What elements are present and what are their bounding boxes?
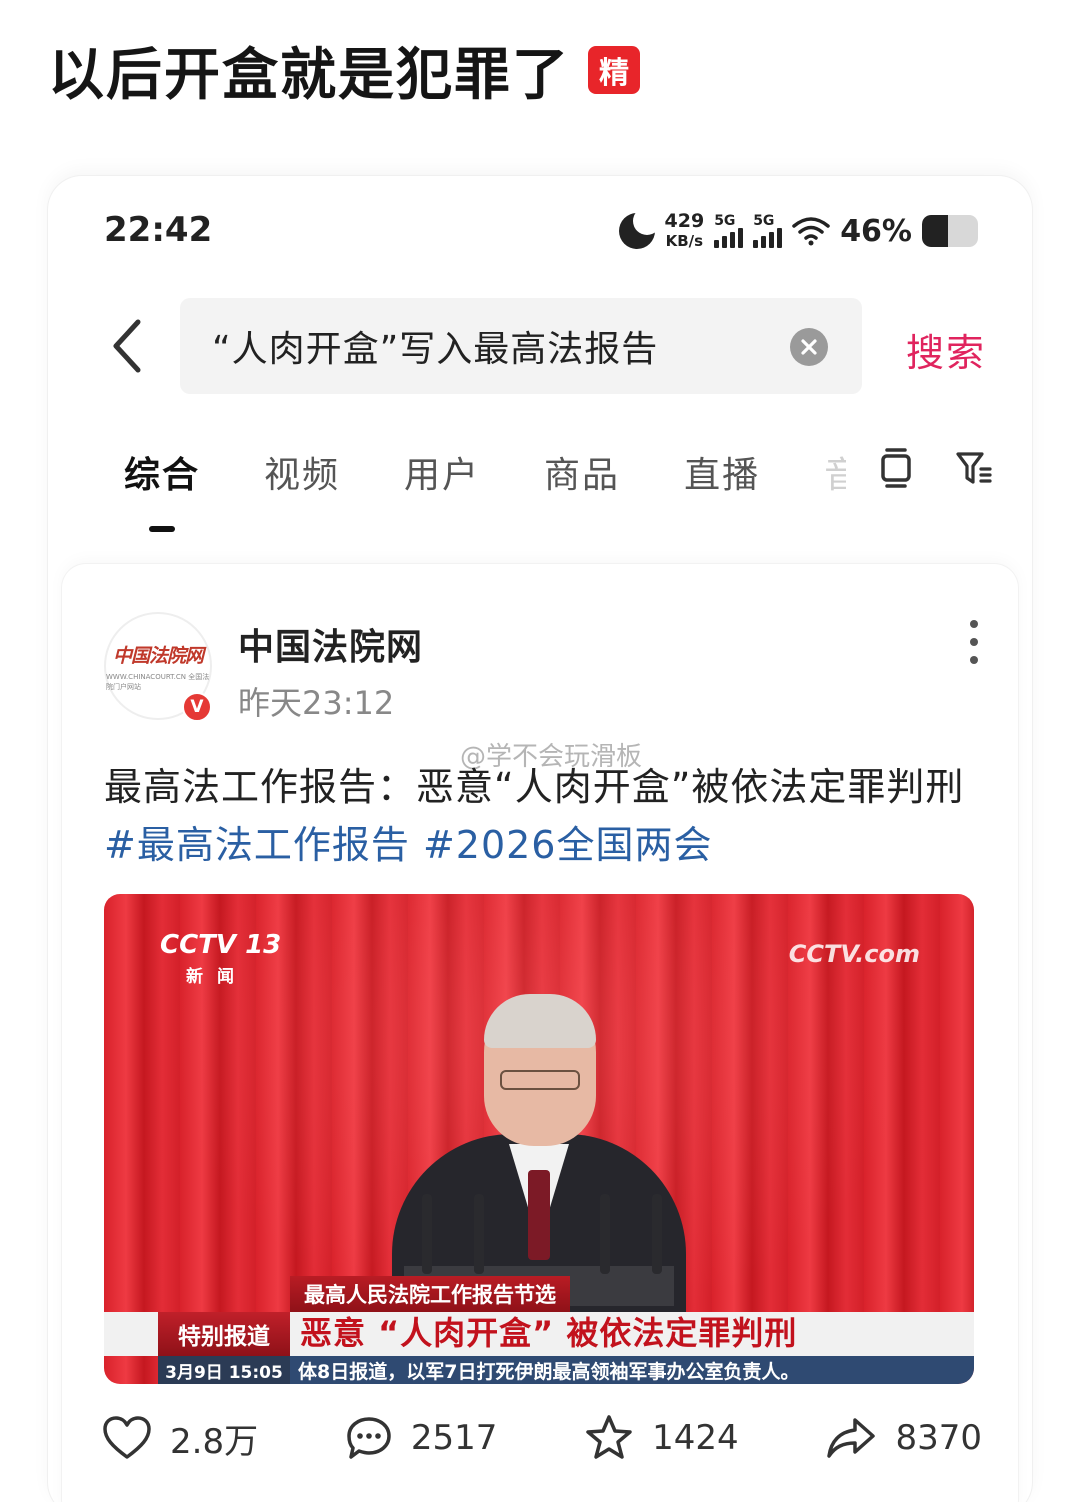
signal-icon-sim1: 5G [714,213,744,248]
speaker-tie [528,1170,550,1260]
filter-button[interactable] [952,444,996,492]
more-options-button[interactable] [962,620,986,664]
status-time: 22:42 [104,210,213,250]
tab-music[interactable]: 音 [824,446,846,498]
video-headline: 恶意 “人肉开盒” 被依法定罪判刑 [300,1314,798,1352]
post-timestamp: 昨天23:12 [238,684,395,722]
do-not-disturb-icon [618,207,661,249]
comment-icon [347,1417,391,1459]
avatar-subtitle: WWW.CHINACOURT.CN 全国法院门户网站 [106,672,210,691]
microphone [422,1194,432,1274]
lower-third-title: 最高人民法院工作报告节选 [290,1276,570,1312]
battery-icon [922,215,978,247]
share-icon [827,1418,876,1458]
network-speed: 429 KB/s [665,211,705,251]
layout-toggle-button[interactable] [874,444,918,492]
back-arrow-icon [113,319,141,373]
post-title: 以后开盒就是犯罪了 [48,42,570,108]
tab-users[interactable]: 用户 [404,446,480,498]
search-button[interactable]: 搜索 [906,322,986,377]
comment-count: 2517 [410,1418,498,1458]
network-speed-unit: KB/s [665,232,704,250]
layout-icon [881,448,911,488]
hashtag-link[interactable]: #2026全国两会 [423,823,713,867]
share-count: 8370 [895,1418,982,1458]
tab-video[interactable]: 视频 [264,446,340,498]
tab-all[interactable]: 综合 [124,446,200,532]
more-dot-icon [970,656,978,664]
like-count: 2.8万 [170,1421,259,1462]
like-button[interactable]: 2.8万 [102,1414,258,1463]
news-ticker: 体8日报道，以军7日打死伊朗最高领袖军事办公室负责人。 [290,1356,974,1384]
embedded-screenshot: 22:42 429 KB/s 5G 5G 46% “人肉开盒”写入最高法报告 搜… [48,176,1032,1502]
site-logo: CCTV.com [788,940,920,968]
post-text: 最高法工作报告：恶意“人肉开盒”被依法定罪判刑 [104,765,965,809]
search-input[interactable]: “人肉开盒”写入最高法报告 [180,298,862,394]
verified-badge: V [182,692,212,722]
network-speed-value: 429 [664,210,705,232]
wifi-icon [792,217,830,246]
more-dot-icon [970,638,978,646]
star-icon [586,1415,632,1459]
comment-button[interactable]: 2517 [345,1415,498,1461]
share-button[interactable]: 8370 [825,1416,982,1460]
sim1-network-type: 5G [714,213,736,229]
battery-fill [922,215,948,247]
featured-badge: 精 [588,46,640,94]
tab-products[interactable]: 商品 [544,446,620,498]
speaker-glasses [500,1070,580,1090]
hashtag-link[interactable]: #最高法工作报告 [104,823,410,867]
action-bar: 2.8万 2517 1424 8370 [102,1406,982,1470]
tab-live[interactable]: 直播 [684,446,760,498]
avatar-logo: 中国法院网 [112,644,204,667]
video-thumbnail[interactable]: CCTV 13 新闻 CCTV.com 最高人民法院工作报告节选 特别报道 恶意… [104,894,974,1384]
broadcast-datetime: 3月9日 15:05 [158,1356,290,1384]
channel-logo: CCTV 13 新闻 [160,930,281,987]
author-name[interactable]: 中国法院网 [238,618,423,670]
channel-subtitle: 新闻 [186,967,248,987]
battery-percentage: 46% [840,213,912,249]
sim2-network-type: 5G [753,213,775,229]
filter-icon [956,452,992,484]
microphone [600,1194,610,1274]
back-button[interactable] [102,316,152,376]
heart-icon [103,1416,151,1459]
search-result-card[interactable]: 中国法院网 WWW.CHINACOURT.CN 全国法院门户网站 V 中国法院网… [62,564,1018,1502]
post-header: 以后开盒就是犯罪了 精 [48,30,640,110]
microphone [474,1194,484,1274]
microphone [652,1194,662,1274]
favorite-button[interactable]: 1424 [584,1414,739,1462]
close-icon [801,339,817,355]
signal-icon-sim2: 5G [753,213,783,248]
favorite-count: 1424 [652,1418,739,1458]
status-icons: 429 KB/s 5G 5G 46% [618,206,978,256]
channel-name: CCTV 13 [160,930,282,960]
special-report-tag: 特别报道 [158,1312,290,1356]
more-dot-icon [970,620,978,628]
search-tabs: 综合 视频 用户 商品 直播 音 [124,442,846,532]
post-body[interactable]: 最高法工作报告：恶意“人肉开盒”被依法定罪判刑 #最高法工作报告 #2026全国… [104,758,984,874]
clear-search-button[interactable] [790,328,828,366]
search-query: “人肉开盒”写入最高法报告 [212,329,659,370]
